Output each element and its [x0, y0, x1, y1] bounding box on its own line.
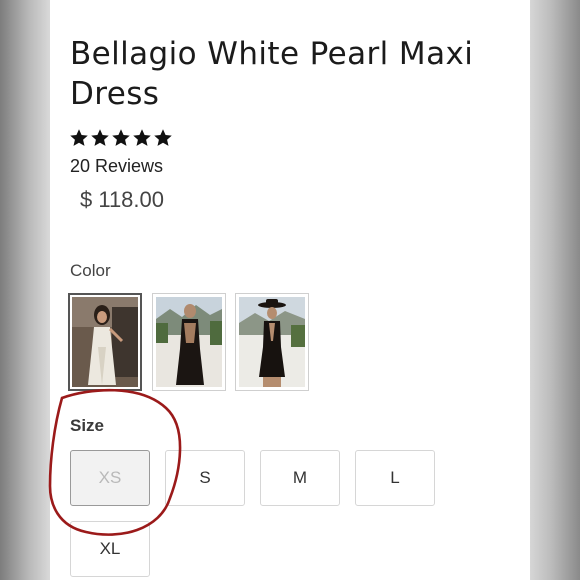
size-option-xs[interactable]: XS: [70, 450, 150, 506]
color-swatch-black-halter[interactable]: [235, 293, 309, 391]
star-icon: [91, 129, 109, 146]
star-icon: [112, 129, 130, 146]
swatch-image: [72, 297, 138, 387]
color-swatch-black-lace[interactable]: [152, 293, 226, 391]
size-option-xl[interactable]: XL: [70, 521, 150, 577]
size-label: Size: [70, 416, 105, 435]
size-option-l[interactable]: L: [355, 450, 435, 506]
swatch-image: [156, 297, 222, 387]
reviews-link[interactable]: 20 Reviews: [70, 156, 163, 177]
product-price: $ 118.00: [80, 187, 165, 212]
star-icon: [133, 129, 151, 146]
star-rating: [69, 128, 173, 148]
star-icon: [70, 129, 88, 146]
color-swatch-white[interactable]: [68, 293, 142, 391]
color-label: Color: [70, 261, 111, 280]
product-title: Bellagio White Pearl Maxi Dress: [70, 36, 474, 112]
size-option-s[interactable]: S: [165, 450, 245, 506]
size-option-m[interactable]: M: [260, 450, 340, 506]
star-icon: [154, 129, 172, 146]
swatch-image: [239, 297, 305, 387]
